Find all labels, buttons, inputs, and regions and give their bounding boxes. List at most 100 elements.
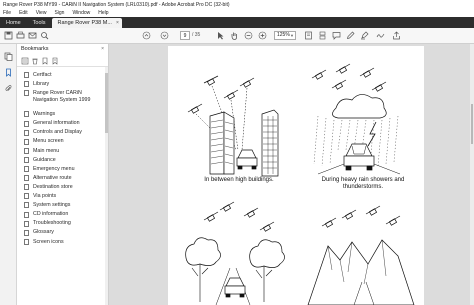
tab-bar: Home Tools Range Rover P38 M... × bbox=[0, 17, 474, 28]
next-page-icon[interactable] bbox=[160, 31, 169, 40]
viewer-scrollbar[interactable] bbox=[470, 44, 474, 305]
menu-window[interactable]: Window bbox=[72, 10, 90, 17]
attachment-icon[interactable] bbox=[4, 84, 13, 93]
satellite-icon bbox=[219, 201, 235, 212]
bookmark-item[interactable]: System settings bbox=[17, 201, 108, 210]
toolbar: / 35 125% ▼ bbox=[0, 28, 474, 44]
bookmark-item[interactable]: Glossary bbox=[17, 228, 108, 237]
tree-icon bbox=[185, 237, 221, 302]
expand-bookmark-icon[interactable] bbox=[51, 57, 59, 65]
bookmark-page-icon bbox=[24, 120, 29, 127]
mail-icon[interactable] bbox=[28, 31, 37, 40]
highlight-icon[interactable] bbox=[360, 31, 369, 40]
bookmark-item[interactable]: Library bbox=[17, 80, 108, 89]
zoom-level-select[interactable]: 125% ▼ bbox=[274, 31, 296, 40]
zoom-level-value: 125% bbox=[277, 32, 290, 38]
bookmark-item[interactable]: Screen icons bbox=[17, 238, 108, 247]
menu-view[interactable]: View bbox=[36, 10, 47, 17]
scroll-mode-icon[interactable] bbox=[318, 31, 327, 40]
close-icon[interactable]: × bbox=[101, 44, 104, 55]
satellite-icon bbox=[187, 103, 203, 114]
bookmark-page-icon bbox=[24, 202, 29, 209]
page-number-field[interactable] bbox=[180, 31, 190, 40]
trees-illustration bbox=[185, 201, 285, 305]
page-thumbnails-icon[interactable] bbox=[4, 52, 13, 61]
tab-document-label: Range Rover P38 M... bbox=[57, 20, 112, 26]
bookmark-item[interactable]: Troubleshooting bbox=[17, 219, 108, 228]
mountain-icon bbox=[307, 239, 415, 305]
left-rail bbox=[0, 44, 17, 305]
zoom-out-icon[interactable] bbox=[244, 31, 253, 40]
print-icon[interactable] bbox=[16, 31, 25, 40]
bookmark-page-icon bbox=[24, 72, 29, 79]
bookmark-item[interactable]: Warnings bbox=[17, 110, 108, 119]
pen-icon[interactable] bbox=[346, 31, 355, 40]
bookmark-item[interactable]: Main menu bbox=[17, 147, 108, 156]
menu-sign[interactable]: Sign bbox=[54, 10, 64, 17]
tab-tools[interactable]: Tools bbox=[27, 17, 52, 28]
scrollbar-thumb[interactable] bbox=[105, 73, 108, 133]
bookmark-options-icon[interactable] bbox=[21, 57, 29, 65]
bookmark-page-icon bbox=[24, 138, 29, 145]
bookmark-icon[interactable] bbox=[4, 68, 13, 77]
bookmarks-toolbar bbox=[17, 55, 108, 67]
caption-rain: During heavy rain showers and thundersto… bbox=[321, 177, 405, 190]
right-building bbox=[261, 109, 279, 177]
tab-document[interactable]: Range Rover P38 M... × bbox=[51, 18, 122, 28]
comment-icon[interactable] bbox=[332, 31, 341, 40]
zoom-in-icon[interactable] bbox=[258, 31, 267, 40]
menu-file[interactable]: File bbox=[3, 10, 11, 17]
prev-page-icon[interactable] bbox=[142, 31, 151, 40]
bookmark-item[interactable]: Certfact bbox=[17, 71, 108, 80]
cloud-icon bbox=[332, 94, 387, 119]
satellite-icon bbox=[243, 207, 259, 218]
hand-tool-icon[interactable] bbox=[230, 31, 239, 40]
scrollbar-thumb[interactable] bbox=[471, 104, 473, 144]
satellite-icon bbox=[259, 221, 275, 232]
bookmark-page-icon bbox=[24, 220, 29, 227]
bookmark-page-icon bbox=[24, 147, 29, 154]
satellite-icon bbox=[203, 75, 219, 86]
satellite-icon bbox=[365, 205, 381, 216]
tab-home[interactable]: Home bbox=[0, 17, 27, 28]
buildings-illustration bbox=[187, 75, 279, 177]
page-illustrations bbox=[185, 63, 415, 305]
delete-bookmark-icon[interactable] bbox=[31, 57, 39, 65]
select-cursor-icon[interactable] bbox=[216, 31, 225, 40]
bookmark-item[interactable]: Via points bbox=[17, 192, 108, 201]
satellite-icon bbox=[321, 217, 337, 228]
document-viewer: In between high buildings. During heavy … bbox=[109, 44, 474, 305]
bookmark-item[interactable]: Range Rover CARiN Navigation System 1999 bbox=[17, 89, 108, 110]
satellite-icon bbox=[203, 211, 219, 222]
menu-help[interactable]: Help bbox=[98, 10, 108, 17]
bookmark-item[interactable]: Destination store bbox=[17, 183, 108, 192]
bookmark-page-icon bbox=[24, 193, 29, 200]
satellite-icon bbox=[223, 89, 239, 100]
bookmark-item[interactable]: Emergency menu bbox=[17, 165, 108, 174]
satellite-icon bbox=[359, 67, 375, 78]
bookmark-item[interactable]: CD information bbox=[17, 210, 108, 219]
menu-edit[interactable]: Edit bbox=[19, 10, 28, 17]
search-icon[interactable] bbox=[40, 31, 49, 40]
fit-page-icon[interactable] bbox=[304, 31, 313, 40]
bookmark-list: Certfact Library Range Rover CARiN Navig… bbox=[17, 67, 108, 247]
car-icon bbox=[236, 149, 258, 170]
bookmark-item[interactable]: Menu screen bbox=[17, 137, 108, 146]
bookmark-item[interactable]: Controls and Display bbox=[17, 128, 108, 137]
bookmark-item[interactable]: Alternative route bbox=[17, 174, 108, 183]
car-icon bbox=[343, 143, 375, 171]
bookmark-page-icon bbox=[24, 211, 29, 218]
bookmark-item[interactable]: General information bbox=[17, 119, 108, 128]
bookmark-page-icon bbox=[24, 238, 29, 245]
sign-icon[interactable] bbox=[376, 31, 385, 40]
satellite-icon bbox=[311, 69, 327, 80]
bookmarks-scrollbar[interactable] bbox=[105, 67, 108, 305]
share-icon[interactable] bbox=[392, 31, 401, 40]
tab-close-icon[interactable]: × bbox=[116, 20, 119, 26]
bookmark-page-icon bbox=[24, 156, 29, 163]
new-bookmark-icon[interactable] bbox=[41, 57, 49, 65]
car-icon bbox=[224, 277, 246, 298]
save-icon[interactable] bbox=[4, 31, 13, 40]
bookmarks-panel: Bookmarks × Certfact Library Range Rover… bbox=[17, 44, 109, 305]
bookmark-item[interactable]: Guidance bbox=[17, 156, 108, 165]
